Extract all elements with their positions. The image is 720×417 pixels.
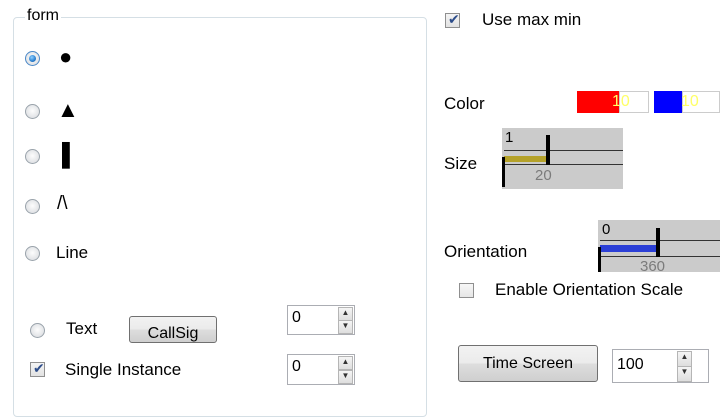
radio-text[interactable] bbox=[30, 323, 45, 338]
orientation-track-top bbox=[600, 240, 720, 241]
orientation-max: 360 bbox=[640, 258, 666, 275]
size-label: Size bbox=[444, 154, 478, 173]
checkmark-icon: ✔ bbox=[448, 11, 460, 27]
single-instance-spinner[interactable]: 0 ▲ ▼ bbox=[287, 354, 355, 385]
size-track-bottom bbox=[504, 164, 623, 165]
line-radio-label: Line bbox=[56, 243, 89, 262]
circle-shape-icon: ● bbox=[59, 44, 73, 69]
single-instance-checkbox[interactable]: ✔ bbox=[30, 360, 45, 377]
spinner-up-icon[interactable]: ▲ bbox=[677, 351, 692, 367]
radio-line[interactable] bbox=[25, 246, 40, 261]
single-instance-spinner-value: 0 bbox=[292, 358, 301, 375]
radio-caret[interactable] bbox=[25, 199, 40, 214]
spinner-down-icon[interactable]: ▼ bbox=[338, 370, 353, 384]
size-left-tick bbox=[502, 157, 505, 187]
text-radio-label: Text bbox=[66, 319, 98, 338]
use-max-min-label: Use max min bbox=[482, 10, 582, 29]
spinner-down-icon[interactable]: ▼ bbox=[677, 366, 692, 382]
color-swatch-min-text: 10 bbox=[612, 93, 630, 110]
form-groupbox bbox=[13, 17, 427, 417]
orientation-thumb[interactable] bbox=[656, 228, 660, 257]
radio-circle[interactable] bbox=[25, 51, 40, 66]
size-thumb[interactable] bbox=[546, 135, 550, 165]
time-screen-value: 100 bbox=[617, 356, 644, 373]
color-swatch-max-text: 10 bbox=[681, 93, 699, 110]
orientation-value: 0 bbox=[602, 221, 611, 238]
orientation-left-tick bbox=[598, 247, 601, 272]
text-spinner-value: 0 bbox=[292, 309, 301, 326]
enable-orientation-scale-label: Enable Orientation Scale bbox=[495, 280, 684, 299]
size-value: 1 bbox=[505, 129, 514, 146]
color-label: Color bbox=[444, 94, 485, 113]
form-group-label: form bbox=[25, 7, 61, 25]
size-max: 20 bbox=[535, 167, 552, 184]
callsign-button[interactable]: CallSig bbox=[129, 316, 217, 343]
size-fill bbox=[504, 156, 549, 162]
checkmark-icon: ✔ bbox=[33, 360, 45, 376]
spinner-down-icon[interactable]: ▼ bbox=[338, 320, 353, 334]
enable-orientation-scale-checkbox[interactable] bbox=[459, 283, 474, 298]
use-max-min-checkbox[interactable]: ✔ bbox=[445, 11, 460, 28]
size-track-top bbox=[504, 150, 623, 151]
radio-bar[interactable] bbox=[25, 149, 40, 164]
time-screen-button[interactable]: Time Screen bbox=[458, 345, 598, 382]
caret-shape-icon: /\ bbox=[57, 193, 68, 214]
orientation-label: Orientation bbox=[444, 242, 528, 261]
radio-triangle[interactable] bbox=[25, 104, 40, 119]
orientation-fill bbox=[600, 245, 658, 252]
bar-shape-icon: ▌ bbox=[62, 142, 78, 167]
color-swatch-max[interactable] bbox=[654, 91, 682, 113]
time-screen-spinner[interactable]: 100 ▲ ▼ bbox=[612, 349, 709, 383]
orientation-track-bottom bbox=[600, 256, 720, 257]
spinner-up-icon[interactable]: ▲ bbox=[338, 307, 353, 321]
text-spinner[interactable]: 0 ▲ ▼ bbox=[287, 305, 355, 335]
spinner-up-icon[interactable]: ▲ bbox=[338, 356, 353, 370]
triangle-shape-icon: ▲ bbox=[57, 97, 79, 122]
single-instance-label: Single Instance bbox=[65, 360, 182, 379]
